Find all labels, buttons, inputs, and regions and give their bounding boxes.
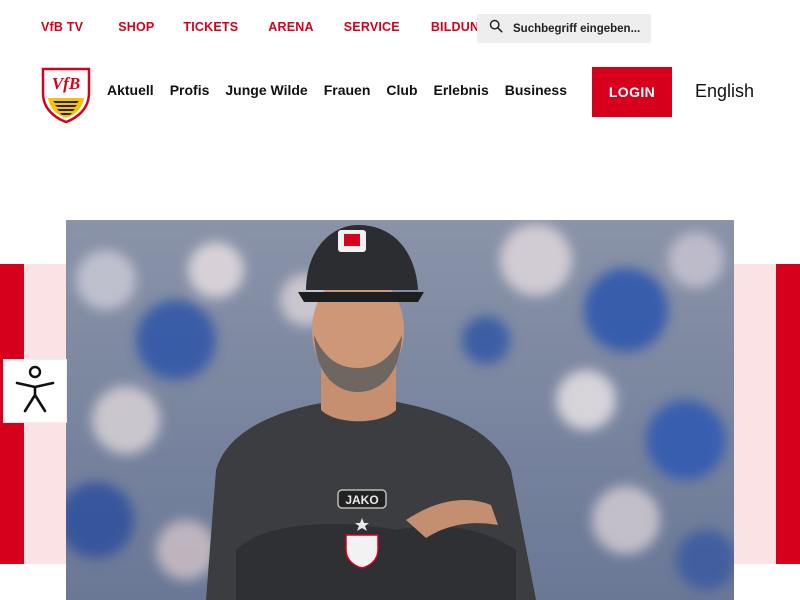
main-nav: Aktuell Profis Junge Wilde Frauen Club E… [107, 82, 583, 98]
nav-item-junge-wilde[interactable]: Junge Wilde [225, 82, 307, 98]
top-links: VfB TV SHOP TICKETS ARENA SERVICE BILDUN… [41, 20, 489, 34]
login-button[interactable]: LOGIN [592, 67, 672, 117]
top-link-arena[interactable]: ARENA [268, 20, 313, 34]
top-utility-nav: VfB TV SHOP TICKETS ARENA SERVICE BILDUN… [0, 0, 800, 56]
search-icon[interactable] [489, 19, 503, 38]
nav-item-profis[interactable]: Profis [170, 82, 210, 98]
language-switch[interactable]: English [695, 81, 754, 102]
hero-image[interactable]: JAKO [66, 220, 734, 600]
accessibility-icon [13, 365, 57, 418]
top-link-service[interactable]: SERVICE [344, 20, 400, 34]
svg-text:JAKO: JAKO [345, 493, 378, 507]
hero-band-pink-right [734, 264, 776, 564]
nav-item-club[interactable]: Club [386, 82, 417, 98]
vfb-crest-icon[interactable]: VfB [41, 67, 91, 124]
svg-text:VfB: VfB [52, 74, 80, 93]
top-link-tickets[interactable]: TICKETS [183, 20, 238, 34]
hero-band-red-right [776, 264, 800, 564]
top-link-vfb-tv[interactable]: VfB TV [41, 20, 83, 34]
page: VfB TV SHOP TICKETS ARENA SERVICE BILDUN… [0, 0, 800, 600]
nav-item-erlebnis[interactable]: Erlebnis [434, 82, 489, 98]
search-box[interactable] [477, 14, 653, 43]
accessibility-button[interactable] [4, 360, 66, 422]
nav-item-frauen[interactable]: Frauen [324, 82, 371, 98]
nav-item-business[interactable]: Business [505, 82, 567, 98]
search-input[interactable] [513, 22, 653, 35]
top-link-shop[interactable]: SHOP [118, 20, 154, 34]
nav-item-aktuell[interactable]: Aktuell [107, 82, 154, 98]
